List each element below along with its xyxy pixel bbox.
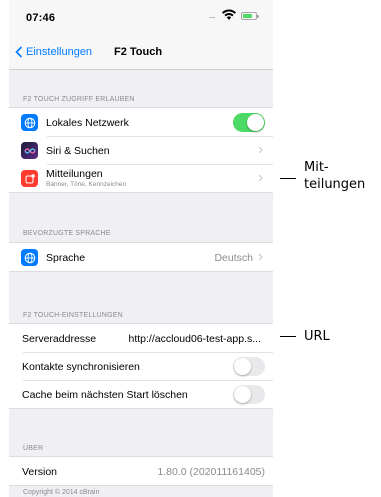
chevron-right-icon <box>258 174 263 182</box>
callout-notifications-line2: teilungen <box>304 177 366 192</box>
section-header-settings: F2 TOUCH-EINSTELLUNGEN <box>23 312 123 319</box>
row-sync-contacts: Kontakte synchronisieren <box>9 352 273 380</box>
back-button[interactable]: Einstellungen <box>15 46 92 58</box>
chevron-right-icon <box>258 146 263 154</box>
clear-cache-toggle[interactable] <box>233 385 265 404</box>
battery-charging-icon <box>241 12 259 20</box>
callout-url: URL <box>304 329 330 344</box>
language-label: Sprache <box>46 252 86 264</box>
language-value: Deutsch <box>214 252 253 264</box>
callout-notifications: Mit- teilungen <box>304 159 365 193</box>
local-network-toggle[interactable] <box>233 113 265 132</box>
globe-icon <box>21 249 38 266</box>
status-bar: 07:46 .... <box>9 0 273 34</box>
row-notifications[interactable]: Mitteilungen Banner, Töne, Kennzeichen <box>9 164 273 192</box>
version-value: 1.80.0 (202011161405) <box>157 466 265 478</box>
navigation-bar: Einstellungen F2 Touch <box>9 34 273 70</box>
clear-cache-label: Cache beim nächsten Start löschen <box>22 389 188 401</box>
row-language[interactable]: Sprache Deutsch <box>9 243 273 271</box>
siri-label: Siri & Suchen <box>46 145 110 157</box>
server-address-value[interactable]: http://accloud06-test-app.s... <box>129 333 262 345</box>
language-group: Sprache Deutsch <box>9 242 273 272</box>
access-group: Lokales Netzwerk Siri & Suchen Mitteilun… <box>9 107 273 193</box>
callout-line-url <box>280 336 296 337</box>
row-siri[interactable]: Siri & Suchen <box>9 136 273 164</box>
row-server-address[interactable]: Serveraddresse http://accloud06-test-app… <box>9 324 273 352</box>
siri-icon <box>21 142 38 159</box>
callout-notifications-line1: Mit- <box>304 160 329 175</box>
sync-contacts-label: Kontakte synchronisieren <box>22 361 140 373</box>
notifications-sublabel: Banner, Töne, Kennzeichen <box>46 181 127 188</box>
section-header-about: ÜBER <box>23 445 44 452</box>
chevron-left-icon <box>15 46 23 58</box>
row-version: Version 1.80.0 (202011161405) <box>9 457 273 485</box>
settings-screen: 07:46 .... Einstellungen F2 Touch F2 TOU… <box>9 0 273 497</box>
sync-contacts-toggle[interactable] <box>233 357 265 376</box>
about-group: Version 1.80.0 (202011161405) <box>9 456 273 486</box>
signal-icon: .... <box>209 10 216 20</box>
callout-line-notifications <box>280 178 296 179</box>
section-header-language: BEVORZUGTE SPRACHE <box>23 230 111 237</box>
settings-group: Serveraddresse http://accloud06-test-app… <box>9 323 273 409</box>
section-header-access: F2 TOUCH ZUGRIFF ERLAUBEN <box>23 96 135 103</box>
status-time: 07:46 <box>26 12 56 24</box>
chevron-right-icon <box>258 253 263 261</box>
server-address-label: Serveraddresse <box>22 333 97 345</box>
wifi-icon <box>222 9 236 20</box>
notification-icon <box>21 170 38 187</box>
row-local-network: Lokales Netzwerk <box>9 108 273 136</box>
page-title: F2 Touch <box>114 46 163 58</box>
notifications-label: Mitteilungen <box>46 168 103 180</box>
globe-icon <box>21 114 38 131</box>
copyright-text: Copyright © 2014 cBrain <box>23 489 100 496</box>
row-clear-cache: Cache beim nächsten Start löschen <box>9 380 273 408</box>
local-network-label: Lokales Netzwerk <box>46 117 129 129</box>
back-label: Einstellungen <box>26 46 93 58</box>
version-label: Version <box>22 466 58 478</box>
